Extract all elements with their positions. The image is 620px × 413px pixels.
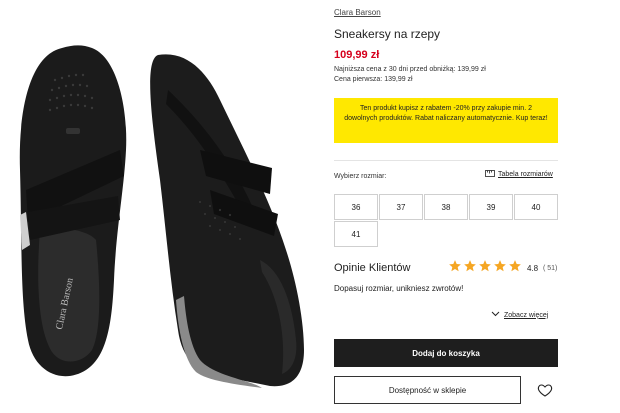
product-info-panel: Clara Barson Sneakersy na rzepy 109,99 z…: [334, 0, 620, 413]
size-option-36[interactable]: 36: [334, 194, 378, 220]
size-option-37[interactable]: 37: [379, 194, 423, 220]
size-option-39[interactable]: 39: [469, 194, 513, 220]
divider: [334, 160, 558, 161]
size-option-40[interactable]: 40: [514, 194, 558, 220]
ruler-icon: [485, 170, 495, 179]
size-label: Wybierz rozmiar:: [334, 173, 387, 180]
star-icon: [509, 260, 521, 272]
see-more-label: Zobacz więcej: [504, 311, 549, 319]
heart-icon[interactable]: [537, 382, 553, 398]
fit-note: Dopasuj rozmiar, unikniesz zwrotów!: [334, 284, 464, 293]
rating-count: ( 51): [543, 265, 558, 272]
first-price-note: Cena pierwsza: 139,99 zł: [334, 76, 413, 83]
size-table-label: Tabela rozmiarów: [498, 171, 553, 178]
star-icon: [479, 260, 491, 272]
shoe-top-view: Clara Barson: [19, 45, 127, 377]
shoe-side-view: [150, 54, 304, 388]
size-option-41[interactable]: 41: [334, 221, 378, 247]
chevron-down-icon: [491, 311, 500, 319]
lowest-price-note: Najniższa cena z 30 dni przed obniżką: 1…: [334, 66, 486, 73]
promo-banner: Ten produkt kupisz z rabatem -20% przy z…: [334, 98, 558, 143]
rating-value: 4.8: [527, 264, 539, 273]
star-icon: [449, 260, 461, 272]
size-option-38[interactable]: 38: [424, 194, 468, 220]
store-availability-button[interactable]: Dostępność w sklepie: [334, 376, 521, 404]
star-icon: [464, 260, 476, 272]
see-more-link[interactable]: Zobacz więcej: [491, 311, 548, 319]
reviews-title: Opinie Klientów: [334, 262, 411, 274]
star-icon: [494, 260, 506, 272]
price: 109,99 zł: [334, 49, 380, 61]
product-title: Sneakersy na rzepy: [334, 27, 441, 41]
size-table-link[interactable]: Tabela rozmiarów: [485, 170, 553, 179]
star-rating[interactable]: [448, 259, 522, 273]
brand-link[interactable]: Clara Barson: [334, 8, 381, 17]
product-image[interactable]: Clara Barson: [0, 0, 320, 413]
add-to-cart-button[interactable]: Dodaj do koszyka: [334, 339, 558, 367]
